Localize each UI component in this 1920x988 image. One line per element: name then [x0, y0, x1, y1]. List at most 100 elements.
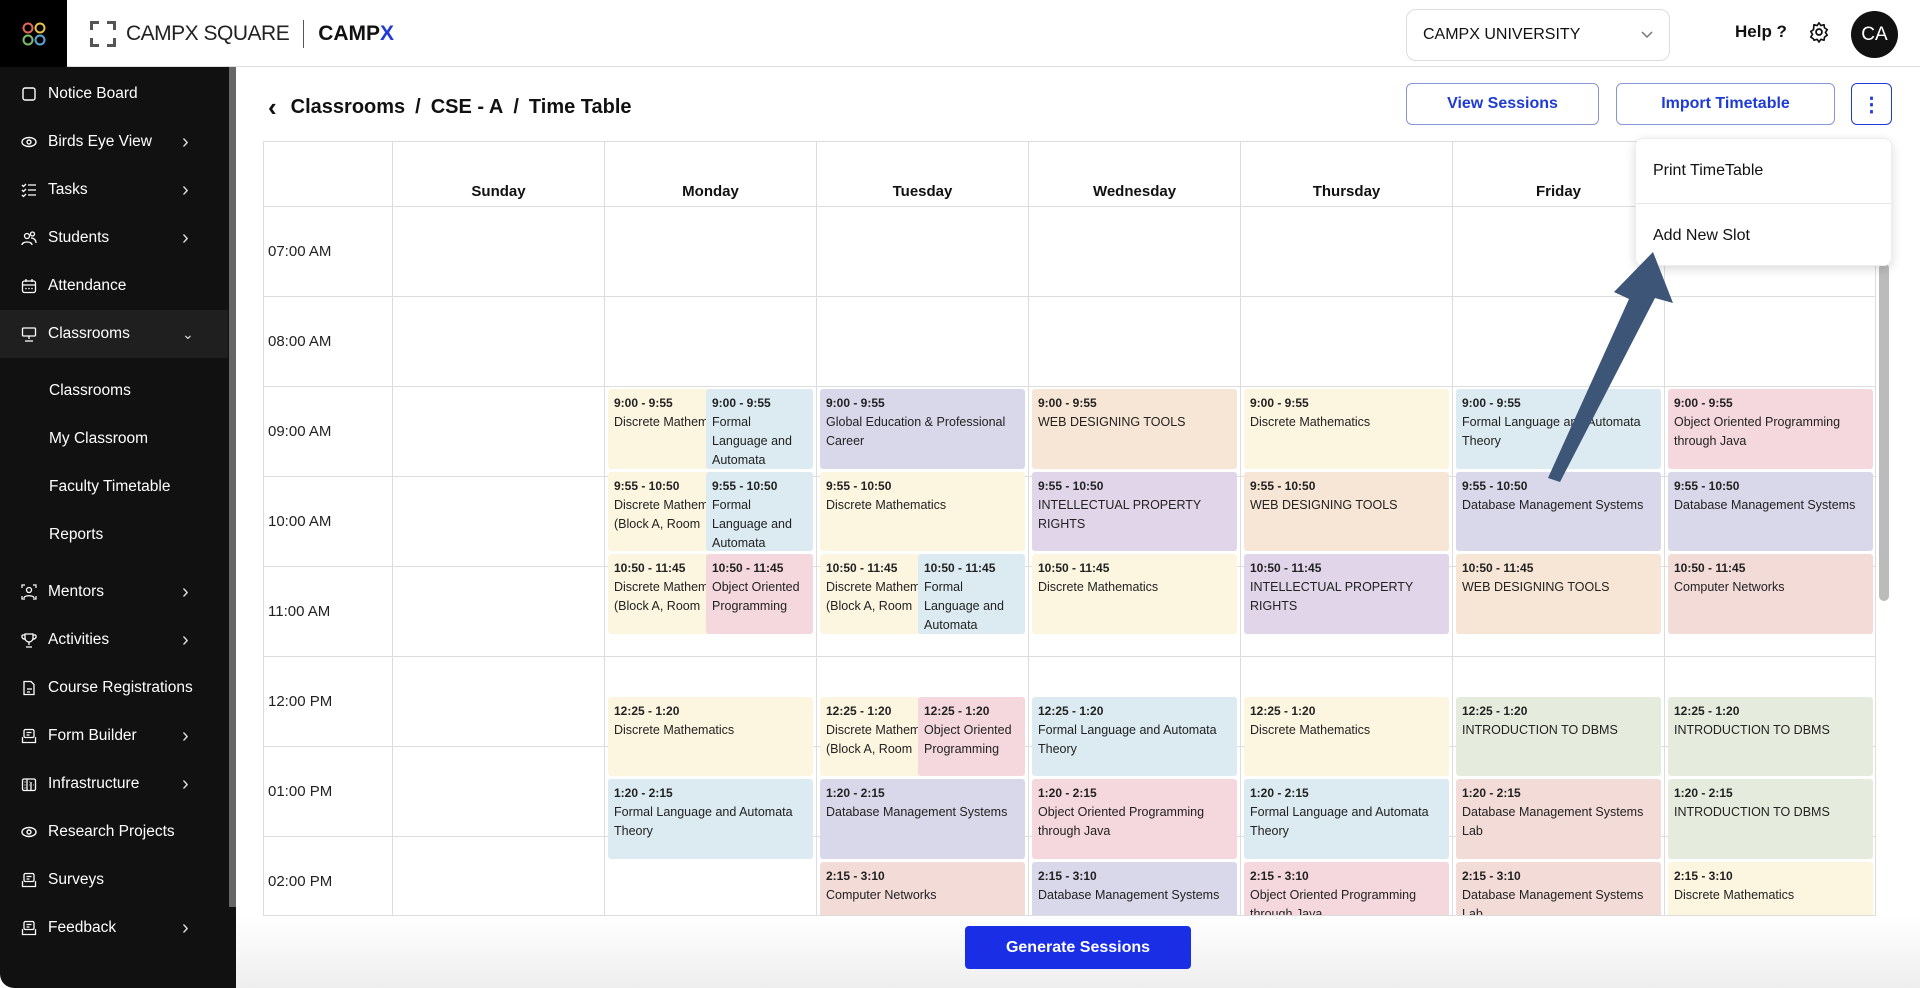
timetable-slot[interactable]: 12:25 - 1:20 Object Oriented Programming [918, 696, 1025, 776]
menu-item-add-new-slot[interactable]: Add New Slot [1636, 203, 1891, 267]
generate-sessions-button[interactable]: Generate Sessions [965, 926, 1191, 969]
sidebar-item-faculty-timetable[interactable]: Faculty Timetable [0, 463, 228, 511]
slot-subject: Database Management Systems [1462, 497, 1644, 512]
timetable-slot[interactable]: 1:20 - 2:15 Database Management Systems [820, 779, 1025, 859]
help-link[interactable]: Help ? [1735, 22, 1787, 42]
slot-time: 2:15 - 3:10 [826, 868, 885, 883]
sidebar-item-students[interactable]: Students › [0, 214, 228, 262]
column-divider [392, 142, 393, 915]
timetable-slot[interactable]: 9:55 - 10:50 Formal Language and Automata [706, 471, 813, 551]
chevron-right-icon: › [182, 130, 189, 153]
sidebar-item-course-registrations[interactable]: Course Registrations [0, 664, 228, 712]
sidebar-item-form-builder[interactable]: Form Builder › [0, 712, 228, 760]
time-label: 12:00 PM [268, 693, 333, 710]
slot-time: 1:20 - 2:15 [614, 786, 673, 800]
breadcrumb-separator: / [513, 96, 519, 118]
sidebar-item-label: Reports [49, 526, 104, 543]
timetable-slot[interactable]: 9:55 - 10:50 Database Management Systems [1456, 471, 1661, 551]
sidebar-item-mentors[interactable]: Mentors › [0, 568, 228, 616]
timetable-slot[interactable]: 12:25 - 1:20 INTRODUCTION TO DBMS [1668, 696, 1873, 776]
column-divider [1452, 142, 1453, 915]
timetable-slot[interactable]: 2:15 - 3:10 Object Oriented Programming t… [1244, 861, 1449, 915]
sidebar-item-feedback[interactable]: Feedback › [0, 904, 228, 952]
gear-icon[interactable] [1808, 21, 1830, 43]
sidebar-item-my-classroom[interactable]: My Classroom [0, 415, 228, 463]
sidebar-item-tasks[interactable]: Tasks › [0, 166, 228, 214]
brand-campx-text: CAMP [318, 22, 381, 45]
sidebar-item-research-projects[interactable]: Research Projects [0, 808, 228, 856]
sidebar-item-activities[interactable]: Activities › [0, 616, 228, 664]
timetable-slot[interactable]: 12:25 - 1:20 Formal Language and Automata… [1032, 696, 1237, 776]
timetable-slot[interactable]: 9:00 - 9:55 Object Oriented Programming t… [1668, 389, 1873, 469]
timetable-slot[interactable]: 10:50 - 11:45 INTELLECTUAL PROPERTY RIGHT… [1244, 554, 1449, 634]
sidebar-item-notice-board[interactable]: Notice Board [0, 70, 228, 118]
brand-campx-square: CAMPX SQUARE [126, 22, 290, 45]
sidebar-item-classrooms[interactable]: Classrooms ⌄ [0, 310, 228, 358]
slot-subject: INTELLECTUAL PROPERTY RIGHTS [1250, 580, 1414, 613]
sidebar-item-infrastructure[interactable]: Infrastructure › [0, 760, 228, 808]
timetable-slot[interactable]: 9:55 - 10:50 INTELLECTUAL PROPERTY RIGHTS [1032, 471, 1237, 551]
timetable-slot[interactable]: 9:00 - 9:55 Global Education & Profession… [820, 389, 1025, 469]
timetable-slot[interactable]: 1:20 - 2:15 INTRODUCTION TO DBMS [1668, 779, 1873, 859]
timetable-slot[interactable]: 9:00 - 9:55 Discrete Mathematics [1244, 389, 1449, 469]
app-switcher-button[interactable] [0, 0, 67, 67]
timetable-slot[interactable]: 12:25 - 1:20 INTRODUCTION TO DBMS [1456, 696, 1661, 776]
import-timetable-button[interactable]: Import Timetable [1616, 83, 1835, 125]
slot-time: 9:00 - 9:55 [1674, 396, 1733, 410]
slot-time: 9:55 - 10:50 [1462, 478, 1528, 493]
timetable-slot[interactable]: 10:50 - 11:45 Computer Networks [1668, 554, 1873, 634]
university-select[interactable]: CAMPX UNIVERSITY [1406, 9, 1670, 61]
timetable-slot[interactable]: 1:20 - 2:15 Formal Language and Automata … [1244, 779, 1449, 859]
eye-icon [21, 134, 37, 150]
back-button[interactable]: ‹ [268, 92, 277, 123]
timetable-slot[interactable]: 2:15 - 3:10 Discrete Mathematics [1668, 861, 1873, 915]
timetable-slot[interactable]: 10:50 - 11:45 Object Oriented Programming [706, 554, 813, 634]
menu-item-print-timetable[interactable]: Print TimeTable [1636, 139, 1891, 203]
column-divider [604, 142, 605, 915]
more-options-button[interactable]: ⋮ [1851, 83, 1892, 125]
slot-subject: Formal Language and Automata Theory [1462, 415, 1641, 448]
timetable-slot[interactable]: 9:00 - 9:55 Formal Language and Automata [706, 389, 813, 469]
sidebar-item-label: Attendance [48, 277, 127, 294]
eye-icon [21, 824, 37, 840]
timetable-scrollbar[interactable] [1879, 263, 1889, 601]
timetable-slot[interactable]: 2:15 - 3:10 Database Management Systems [1032, 861, 1237, 915]
timetable-slot[interactable]: 9:00 - 9:55 WEB DESIGNING TOOLS [1032, 389, 1237, 469]
checklist-icon [21, 182, 37, 198]
sidebar-scrollbar[interactable] [229, 67, 236, 907]
university-select-value: CAMPX UNIVERSITY [1423, 26, 1581, 43]
timetable-slot[interactable]: 2:15 - 3:10 Computer Networks [820, 861, 1025, 915]
breadcrumb-classrooms[interactable]: Classrooms [291, 96, 406, 119]
slot-subject: Computer Networks [1674, 580, 1785, 594]
day-header-tuesday: Tuesday [817, 142, 1029, 207]
sidebar-item-classrooms[interactable]: Classrooms [0, 367, 228, 415]
timetable-slot[interactable]: 10:50 - 11:45 WEB DESIGNING TOOLS [1456, 554, 1661, 634]
column-divider [1028, 142, 1029, 915]
timetable-slot[interactable]: 1:20 - 2:15 Formal Language and Automata … [608, 779, 813, 859]
slot-subject: Database Management Systems Lab [1462, 887, 1644, 916]
sidebar-item-attendance[interactable]: Attendance [0, 262, 228, 310]
sidebar-item-surveys[interactable]: Surveys [0, 856, 228, 904]
timetable-slot[interactable]: 12:25 - 1:20 Discrete Mathematics [608, 696, 813, 776]
view-sessions-button[interactable]: View Sessions [1406, 83, 1599, 125]
timetable-slot[interactable]: 9:00 - 9:55 Formal Language and Automata … [1456, 389, 1661, 469]
sidebar-item-label: Research Projects [48, 823, 175, 840]
sidebar-item-birds-eye-view[interactable]: Birds Eye View › [0, 118, 228, 166]
timetable-slot[interactable]: 1:20 - 2:15 Database Management Systems L… [1456, 779, 1661, 859]
timetable-slot[interactable]: 9:55 - 10:50 Database Management Systems [1668, 471, 1873, 551]
timetable-slot[interactable]: 10:50 - 11:45 Discrete Mathematics [1032, 554, 1237, 634]
day-header-monday: Monday [605, 142, 817, 207]
slot-subject: Discrete Mathematics [826, 497, 947, 512]
timetable-slot[interactable]: 12:25 - 1:20 Discrete Mathematics [1244, 696, 1449, 776]
slot-subject: WEB DESIGNING TOOLS [1038, 415, 1186, 429]
sidebar-item-reports[interactable]: Reports [0, 511, 228, 559]
timetable-slot[interactable]: 1:20 - 2:15 Object Oriented Programming t… [1032, 779, 1237, 859]
slot-subject: Discrete Mathematics [1250, 722, 1371, 737]
sidebar-item-label: Feedback [48, 919, 117, 936]
timetable-slot[interactable]: 9:55 - 10:50 Discrete Mathematics [820, 471, 1025, 551]
avatar[interactable]: CA [1851, 11, 1898, 58]
breadcrumb-cse-a[interactable]: CSE - A [431, 96, 504, 119]
timetable-slot[interactable]: 9:55 - 10:50 WEB DESIGNING TOOLS [1244, 471, 1449, 551]
timetable-slot[interactable]: 10:50 - 11:45 Formal Language and Automat… [918, 554, 1025, 634]
timetable-slot[interactable]: 2:15 - 3:10 Database Management Systems L… [1456, 861, 1661, 916]
